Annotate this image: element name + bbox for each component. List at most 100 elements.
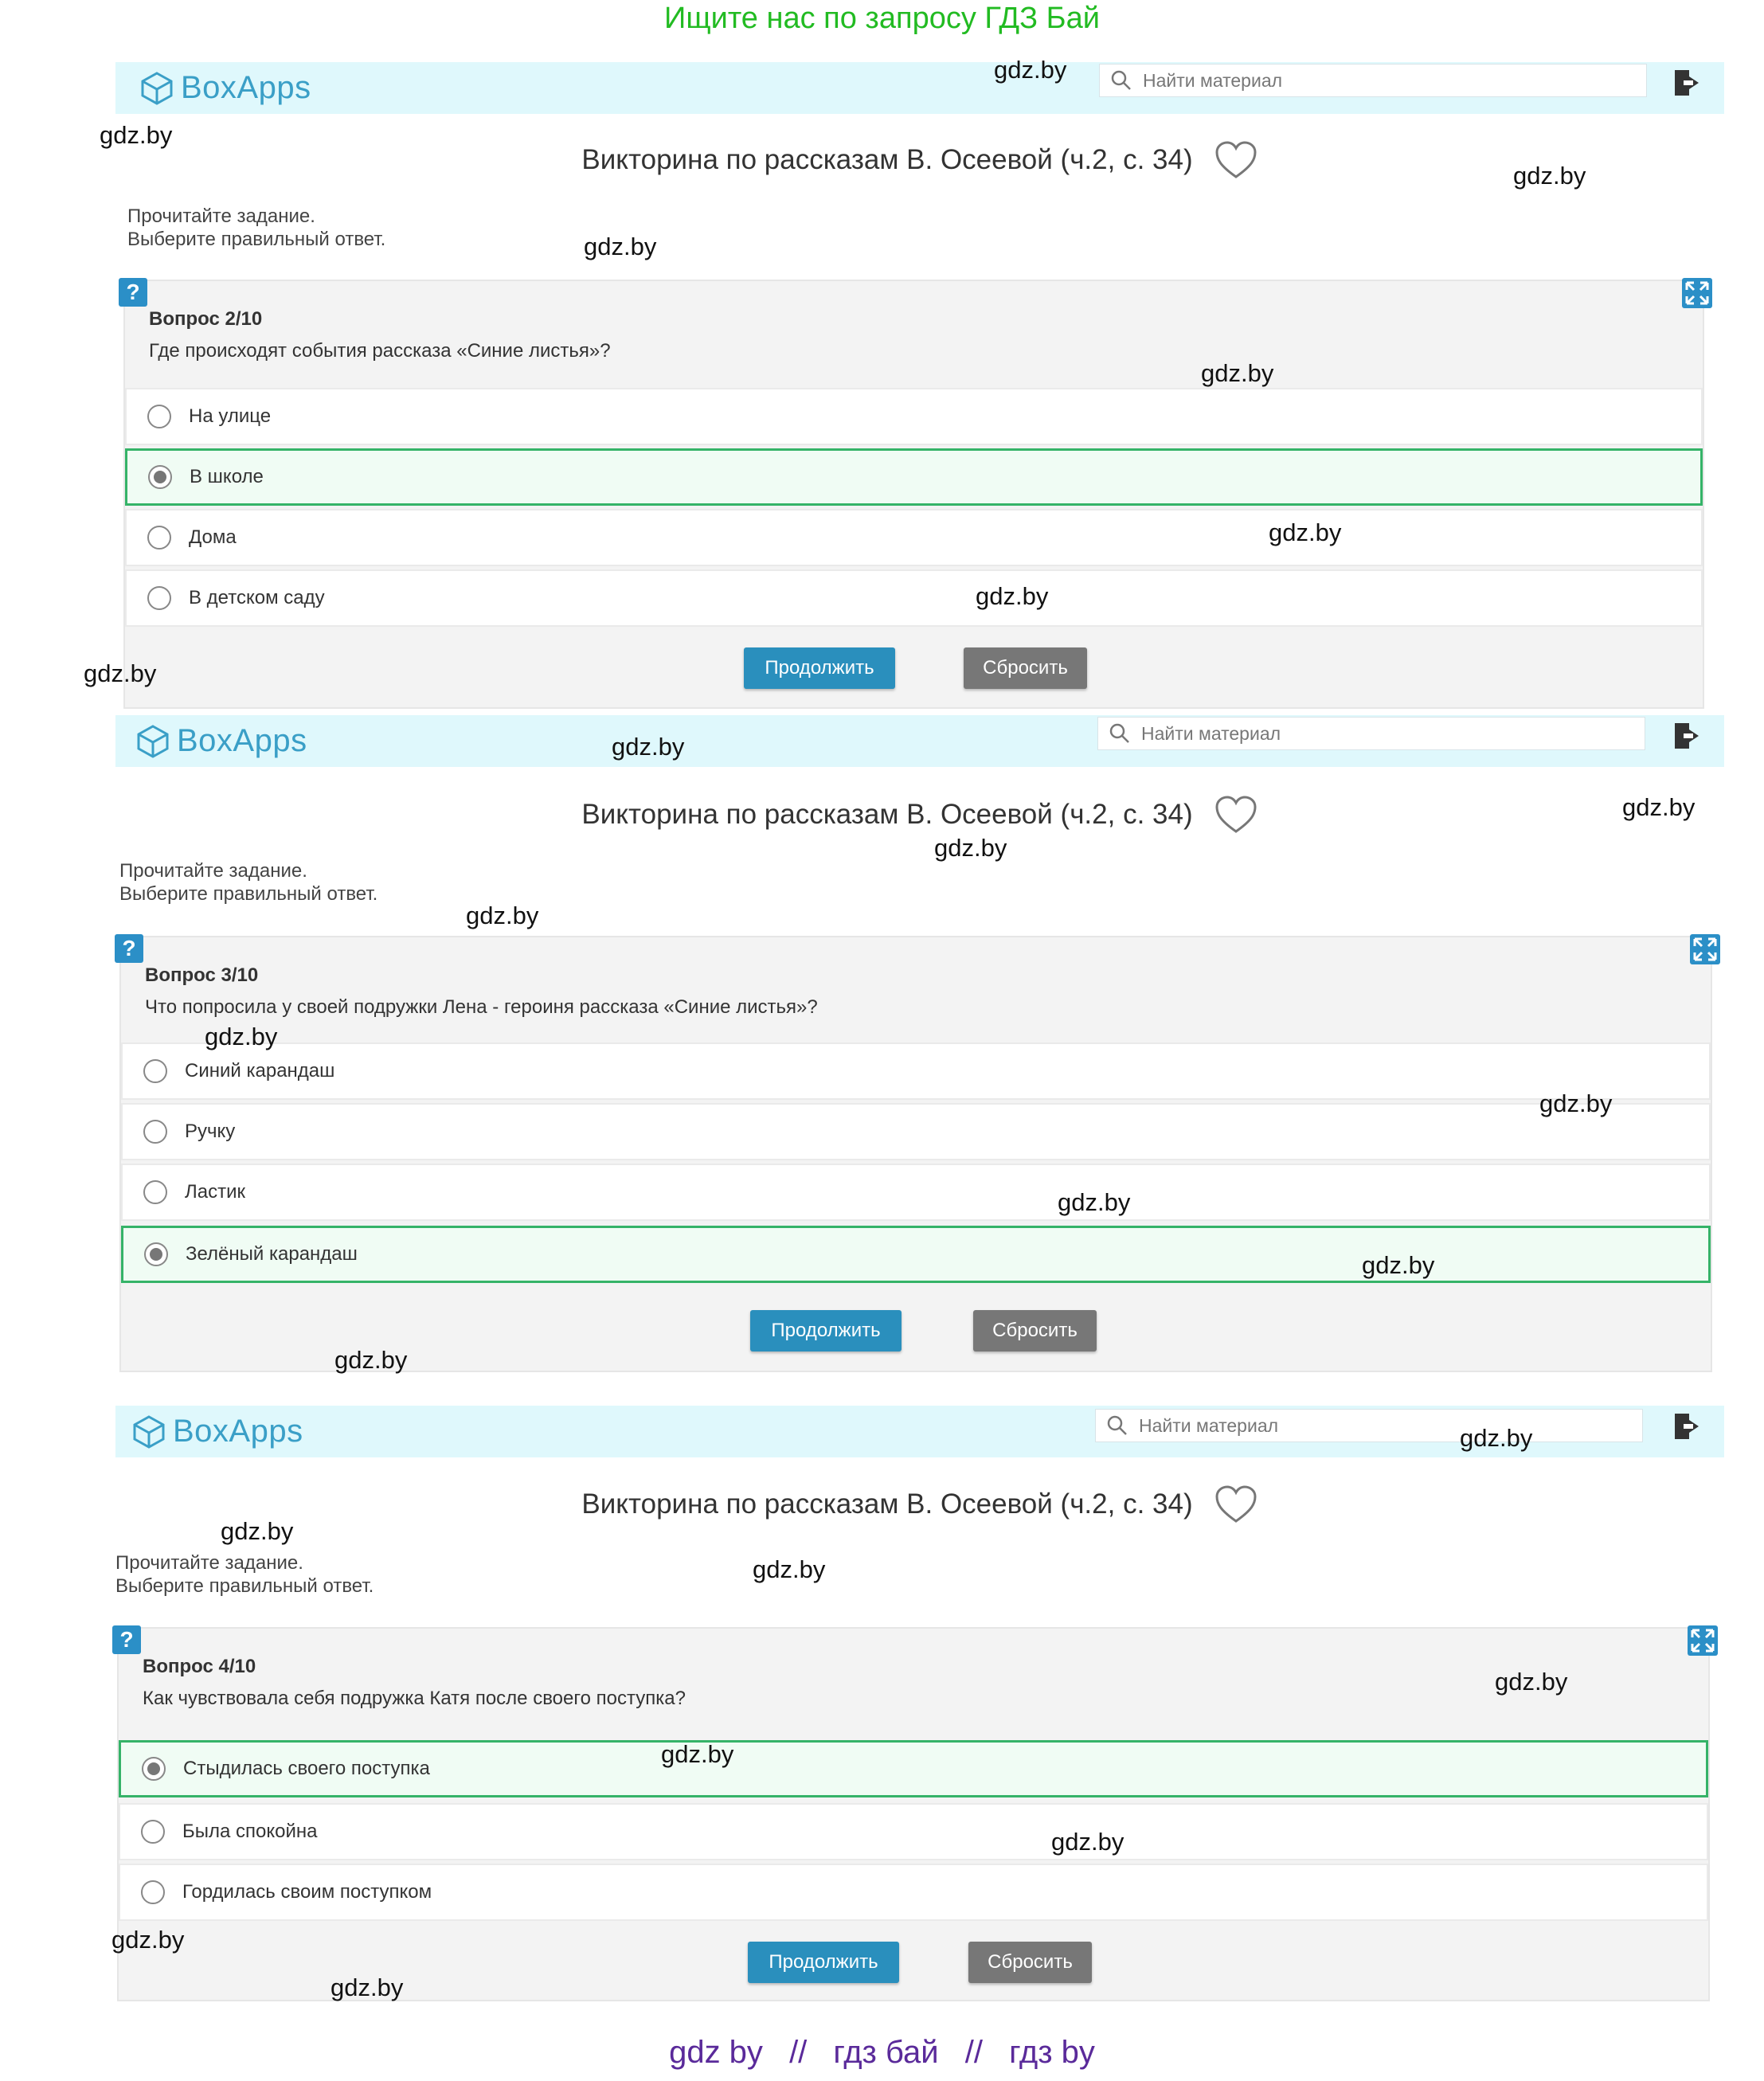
search-input[interactable]: Найти материал (1095, 1409, 1643, 1442)
cube-logo-icon (141, 71, 173, 105)
answer-option[interactable]: Ручку (121, 1103, 1711, 1160)
watermark: gdz.by (994, 56, 1067, 84)
option-label: Ластик (185, 1181, 245, 1203)
logout-icon[interactable] (1670, 720, 1702, 752)
watermark: gdz.by (84, 659, 157, 687)
watermark: gdz.by (753, 1555, 826, 1583)
option-label: В детском саду (189, 587, 325, 608)
brand-name: BoxApps (173, 1414, 303, 1449)
banner-part[interactable]: гдз by (1009, 2035, 1095, 2070)
help-icon[interactable]: ? (119, 278, 147, 307)
radio-button-checked[interactable] (144, 1242, 168, 1266)
watermark: gdz.by (1362, 1251, 1435, 1279)
watermark: gdz.by (1201, 359, 1274, 387)
radio-button[interactable] (141, 1880, 165, 1904)
watermark: gdz.by (221, 1517, 294, 1545)
heart-icon[interactable] (1214, 795, 1258, 835)
answer-option[interactable]: Синий карандаш (121, 1042, 1711, 1100)
page-title: Викторина по рассказам В. Осеевой (ч.2, … (581, 1488, 1193, 1520)
continue-button[interactable]: Продолжить (750, 1310, 902, 1351)
continue-button[interactable]: Продолжить (748, 1942, 899, 1983)
brand-logo[interactable]: BoxApps (139, 70, 311, 106)
question-card: ? Вопрос 4/10 Как чувствовала себя подру… (112, 1625, 1718, 2001)
option-label: Зелёный карандаш (186, 1243, 358, 1265)
search-placeholder: Найти материал (1139, 1414, 1279, 1436)
watermark: gdz.by (1539, 1089, 1613, 1117)
search-placeholder: Найти материал (1143, 69, 1283, 91)
option-label: Ручку (185, 1121, 236, 1142)
watermark: gdz.by (205, 1023, 278, 1050)
answer-option[interactable]: На улице (125, 388, 1703, 445)
question-card: ? Вопрос 3/10 Что попросила у своей подр… (115, 934, 1720, 1372)
answer-option[interactable]: Ластик (121, 1164, 1711, 1221)
help-icon[interactable]: ? (115, 934, 143, 963)
answer-option-selected[interactable]: В школе (125, 448, 1703, 506)
fullscreen-icon[interactable] (1690, 934, 1720, 964)
brand-name: BoxApps (181, 70, 311, 105)
app-header: BoxApps Найти материал (115, 715, 1724, 767)
question-number: Вопрос 3/10 (145, 964, 259, 986)
answer-option[interactable]: Была спокойна (119, 1803, 1708, 1860)
search-input[interactable]: Найти материал (1097, 717, 1645, 750)
watermark: gdz.by (584, 233, 657, 260)
top-banner: Ищите нас по запросу ГДЗ Бай (664, 2, 1100, 35)
answer-option[interactable]: В детском саду (125, 569, 1703, 627)
fullscreen-icon[interactable] (1688, 1625, 1718, 1656)
search-icon (1109, 723, 1129, 743)
instructions: Прочитайте задание. Выберите правильный … (119, 860, 378, 905)
help-icon[interactable]: ? (112, 1625, 141, 1654)
answer-option[interactable]: Дома (125, 509, 1703, 566)
cube-logo-icon (137, 724, 169, 758)
question-number: Вопрос 4/10 (143, 1656, 256, 1677)
answer-option-selected[interactable]: Зелёный карандаш (121, 1226, 1711, 1283)
option-label: Синий карандаш (185, 1060, 335, 1082)
radio-button-checked[interactable] (142, 1757, 166, 1781)
search-input[interactable]: Найти материал (1099, 64, 1647, 97)
question-text: Как чувствовала себя подружка Катя после… (143, 1688, 686, 1709)
logout-icon[interactable] (1670, 1410, 1702, 1442)
watermark: gdz.by (334, 1346, 408, 1374)
brand-logo[interactable]: BoxApps (135, 723, 307, 759)
banner-part[interactable]: gdz by (669, 2035, 763, 2070)
radio-button[interactable] (147, 526, 171, 550)
radio-button[interactable] (141, 1820, 165, 1844)
radio-button-checked[interactable] (148, 465, 172, 489)
watermark: gdz.by (1513, 162, 1586, 190)
quiz-panel-3: BoxApps Найти материал Викторина по расс… (112, 1406, 1724, 2003)
watermark: gdz.by (1269, 518, 1342, 546)
radio-button[interactable] (143, 1180, 167, 1204)
reset-button[interactable]: Сбросить (968, 1942, 1092, 1983)
option-label: Стыдилась своего поступка (183, 1758, 430, 1779)
logout-icon[interactable] (1670, 67, 1702, 99)
watermark: gdz.by (466, 902, 539, 929)
search-icon (1107, 1415, 1127, 1435)
quiz-title-row: Викторина по рассказам В. Осеевой (ч.2, … (115, 1484, 1724, 1524)
banner-part[interactable]: гдз бай (833, 2035, 938, 2070)
question-text: Где происходят события рассказа «Синие л… (149, 340, 611, 362)
radio-button[interactable] (147, 586, 171, 610)
reset-button[interactable]: Сбросить (973, 1310, 1097, 1351)
reset-button[interactable]: Сбросить (964, 647, 1087, 689)
answer-option[interactable]: Гордилась своим поступком (119, 1864, 1708, 1921)
search-placeholder: Найти материал (1141, 722, 1281, 744)
instructions: Прочитайте задание. Выберите правильный … (127, 205, 386, 250)
quiz-title-row: Викторина по рассказам В. Осеевой (ч.2, … (115, 140, 1724, 180)
cube-logo-icon (133, 1414, 165, 1449)
heart-icon[interactable] (1214, 140, 1258, 180)
heart-icon[interactable] (1214, 1484, 1258, 1524)
banner-separator: // (789, 2035, 808, 2070)
radio-button[interactable] (143, 1120, 167, 1144)
radio-button[interactable] (147, 405, 171, 428)
radio-button[interactable] (143, 1059, 167, 1083)
continue-button[interactable]: Продолжить (744, 647, 895, 689)
watermark: gdz.by (111, 1926, 185, 1954)
option-label: Дома (189, 526, 237, 548)
brand-logo[interactable]: BoxApps (131, 1414, 303, 1449)
question-number: Вопрос 2/10 (149, 308, 263, 330)
option-label: На улице (189, 405, 272, 427)
watermark: gdz.by (331, 1973, 404, 2001)
bottom-banner: gdz by // гдз бай // гдз by (0, 2035, 1764, 2071)
watermark: gdz.by (612, 733, 685, 761)
fullscreen-icon[interactable] (1682, 278, 1712, 308)
answer-option-selected[interactable]: Стыдилась своего поступка (119, 1740, 1708, 1797)
